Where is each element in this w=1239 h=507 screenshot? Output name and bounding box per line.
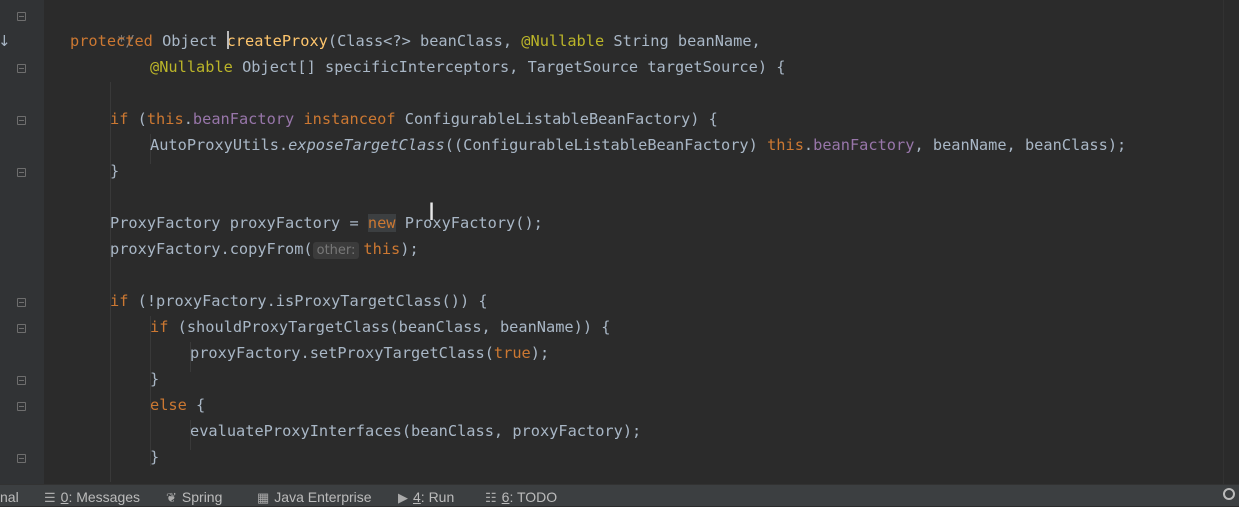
code-line-13: if (shouldProxyTargetClass(beanClass, be…: [150, 314, 610, 340]
code-text: Object[] specificInterceptors, TargetSou…: [232, 58, 786, 76]
code-line-5: if (this.beanFactory instanceof Configur…: [110, 106, 718, 132]
code-line-1: */: [70, 2, 135, 50]
code-line-14: proxyFactory.setProxyTargetClass(true);: [190, 340, 549, 366]
static-method-call: exposeTargetClass: [288, 136, 445, 154]
keyword: else: [150, 396, 187, 414]
fold-marker-icon[interactable]: [17, 454, 26, 463]
code-text: }: [150, 370, 160, 388]
keyword: true: [493, 344, 531, 362]
fold-marker-icon[interactable]: [17, 324, 26, 333]
spring-tab[interactable]: ❦ Spring: [166, 488, 222, 507]
code-editor[interactable]: */ protected Object createProxy(Class<?>…: [44, 0, 1224, 484]
code-text: }: [110, 162, 120, 180]
keyword: if: [150, 318, 169, 336]
code-text: );: [530, 344, 550, 362]
fold-marker-icon[interactable]: [17, 116, 26, 125]
terminal-tab[interactable]: nal: [0, 488, 19, 506]
code-text: ((ConfigurableListableBeanFactory): [444, 136, 768, 154]
code-line-17: evaluateProxyInterfaces(beanClass, proxy…: [190, 418, 641, 444]
tool-window-bar: nal ☰ 0: Messages ❦ Spring ▦ Java Enterpris…: [0, 484, 1239, 506]
run-tab-number: 4: [413, 489, 421, 505]
method-name: createProxy: [226, 32, 328, 50]
code-text: .: [183, 110, 193, 128]
fold-marker-icon[interactable]: [17, 12, 26, 21]
code-text: ProxyFactory proxyFactory =: [110, 214, 368, 232]
code-line-12: if (!proxyFactory.isProxyTargetClass()) …: [110, 288, 488, 314]
messages-tab-label: : Messages: [68, 489, 141, 505]
code-line-15: }: [150, 366, 159, 392]
annotation: @Nullable: [521, 32, 605, 50]
keyword: protected: [70, 32, 153, 50]
code-text: , beanName, beanClass);: [914, 136, 1127, 154]
fold-marker-icon[interactable]: [17, 376, 26, 385]
search-icon[interactable]: [1223, 488, 1235, 500]
code-line-18: }: [150, 444, 159, 470]
keyword: this: [767, 136, 804, 154]
code-text: (Class<?> beanClass,: [327, 32, 522, 50]
code-text: {: [186, 396, 206, 414]
code-line-2: protected Object createProxy(Class<?> be…: [70, 28, 761, 54]
field-name: beanFactory: [813, 136, 915, 154]
vertical-scrollbar[interactable]: [1223, 0, 1239, 484]
code-text: Object: [152, 32, 227, 50]
spring-leaf-icon: ❦: [166, 490, 177, 505]
code-text: evaluateProxyInterfaces(beanClass, proxy…: [190, 422, 642, 440]
code-text: proxyFactory.copyFrom(: [110, 240, 313, 258]
code-line-7: }: [110, 158, 119, 184]
keyword: this: [363, 240, 401, 258]
editor-gutter: ↓: [0, 0, 44, 484]
java-enterprise-tab[interactable]: ▦ Java Enterprise: [257, 488, 372, 507]
keyword: this: [146, 110, 184, 128]
fold-marker-icon[interactable]: [17, 64, 26, 73]
code-text: proxyFactory.setProxyTargetClass(: [190, 344, 494, 362]
run-tab[interactable]: ▶ 4: Run: [398, 488, 454, 507]
code-text: ConfigurableListableBeanFactory) {: [395, 110, 718, 128]
code-text: (shouldProxyTargetClass(beanClass, beanN…: [168, 318, 611, 336]
code-text: }: [150, 448, 160, 466]
indent-guide: [110, 82, 111, 482]
code-line-3: @Nullable Object[] specificInterceptors,…: [150, 54, 785, 80]
spring-tab-label: Spring: [181, 489, 223, 505]
code-line-6: AutoProxyUtils.exposeTargetClass((Config…: [150, 132, 1126, 158]
code-line-10: proxyFactory.copyFrom(other: this);: [110, 236, 419, 262]
code-text: (!proxyFactory.isProxyTargetClass()) {: [128, 292, 488, 310]
code-text: ProxyFactory();: [395, 214, 543, 232]
keyword: if: [110, 110, 129, 128]
run-icon: ▶: [398, 490, 408, 505]
code-text: .: [803, 136, 814, 154]
keyword: instanceof: [303, 110, 396, 128]
fold-marker-icon[interactable]: [17, 298, 26, 307]
java-enterprise-icon: ▦: [257, 490, 270, 505]
keyword: new: [367, 214, 396, 232]
code-text: String beanName,: [604, 32, 761, 50]
keyword: if: [110, 292, 129, 310]
parameter-hint: other:: [312, 242, 360, 259]
java-enterprise-tab-label: Java Enterprise: [274, 489, 372, 505]
fold-marker-icon[interactable]: [17, 402, 26, 411]
todo-tab[interactable]: ☷ 6: TODO: [485, 488, 557, 507]
annotation: @Nullable: [150, 58, 233, 76]
todo-icon: ☷: [485, 490, 497, 505]
field-name: beanFactory: [192, 110, 295, 128]
messages-icon: ☰: [44, 490, 56, 505]
text-cursor-icon: I: [428, 198, 436, 226]
code-text: );: [400, 240, 419, 258]
gutter-arrow-icon[interactable]: ↓: [0, 32, 11, 50]
code-line-9: ProxyFactory proxyFactory = new ProxyFac…: [110, 210, 543, 236]
code-text: (: [128, 110, 147, 128]
code-text: AutoProxyUtils.: [150, 136, 289, 154]
code-line-16: else {: [150, 392, 205, 418]
fold-marker-icon[interactable]: [17, 168, 26, 177]
todo-tab-label: : TODO: [509, 489, 558, 505]
text-caret: [226, 30, 229, 49]
messages-tab[interactable]: ☰ 0: Messages: [44, 488, 140, 507]
run-tab-label: : Run: [420, 489, 455, 505]
